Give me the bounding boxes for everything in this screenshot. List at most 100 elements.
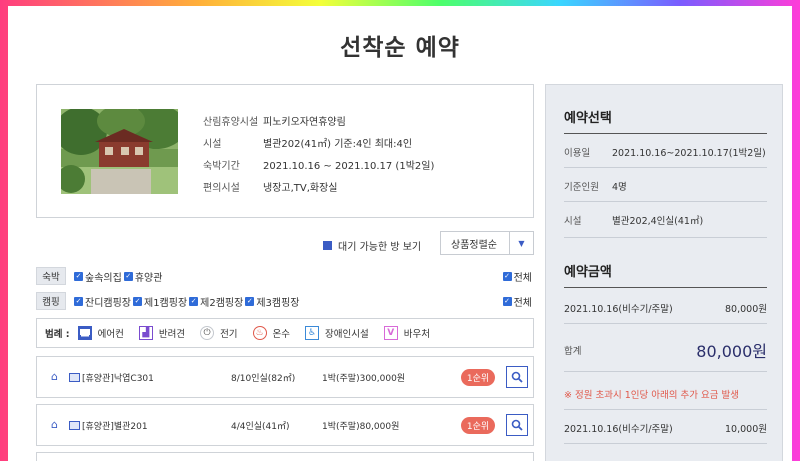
legend-item: ♨ 온수 (252, 326, 290, 340)
search-icon (511, 371, 523, 383)
legend-item: ♿ 장애인시설 (305, 326, 369, 340)
waitlist-checkbox[interactable] (323, 241, 332, 250)
room-price: 1박(주말)80,000원 (322, 421, 400, 432)
extra-line-label: 2021.10.16(비수기/주말) (564, 424, 673, 435)
home-icon: ⌂ (51, 370, 58, 383)
check-icon[interactable]: ✓ (133, 296, 142, 306)
room-row[interactable]: ⌂ [휴양관]별관201 4/4인실(41㎡) 1박(주말)80,000원 1순… (36, 404, 534, 446)
summary-value: 별관202,4인실(41㎡) (612, 216, 704, 227)
extra-line: 2021.10.16(비수기/주말) 10,000원 (564, 421, 767, 435)
room-name: [휴양관]별관201 (82, 421, 148, 432)
check-icon[interactable]: ✓ (123, 271, 133, 281)
price-line-value: 80,000원 (725, 304, 767, 315)
legend-item: ▟ 반려견 (138, 326, 185, 340)
info-key: 숙박기간 (203, 160, 240, 172)
sort-select[interactable]: 상품정렬순 ▼ (440, 231, 534, 255)
filter-option-label: 제2캠핑장 (200, 297, 244, 309)
lodge-icon (69, 420, 80, 430)
summary-key: 이용일 (564, 148, 591, 159)
legend-item: V 바우처 (383, 326, 430, 340)
price-line-label: 2021.10.16(비수기/주말) (564, 304, 673, 315)
total-label: 합계 (564, 346, 582, 357)
summary-value: 2021.10.16~2021.10.17(1박2일) (612, 148, 766, 159)
filter-option-label: 휴양관 (134, 272, 163, 284)
info-value: 피노키오자연휴양림 (263, 116, 346, 128)
total-value: 80,000원 (696, 342, 767, 361)
legend: 범례 : 에어컨 ▟ 반려견 ⏻ 전기 ♨ 온수 ♿ 장애인시설 V 바우처 (36, 318, 534, 348)
legend-label: 장애인시설 (325, 329, 369, 340)
chevron-down-icon[interactable]: ▼ (509, 232, 533, 254)
voucher-icon: V (383, 326, 398, 340)
legend-item: 에어컨 (77, 326, 124, 340)
check-icon[interactable]: ✓ (502, 296, 512, 306)
room-row[interactable]: ⌂ [휴양관]낙엽C301 8/10인실(82㎡) 1박(주말)300,000원… (36, 356, 534, 398)
divider (564, 323, 767, 324)
divider (564, 167, 767, 168)
facility-info-list: 산림휴양시설 피노키오자연휴양림 시설 별관202(41㎡) 기준:4인 최대:… (203, 109, 434, 197)
amount-title: 예약금액 (564, 265, 612, 280)
accessibility-icon: ♿ (305, 326, 320, 340)
page-title: 선착순 예약 (340, 35, 460, 61)
room-capacity: 8/10인실(82㎡) (231, 373, 296, 384)
reservation-page: 선착순 예약 산림휴양시설 피노키오자연휴양림 시설 별관202(41㎡) 기준… (8, 6, 792, 461)
filter-option-camp-1[interactable]: ✓ 제1캠핑장 (133, 294, 187, 309)
lodging-select-all[interactable]: ✓ 전체 (502, 269, 532, 284)
surcharge-notice: ※ 정원 초과시 1인당 아래의 추가 요금 발생 (564, 390, 739, 401)
summary-row-facility: 시설 별관202,4인실(41㎡) (564, 213, 767, 227)
room-price: 1박(주말)300,000원 (322, 373, 406, 384)
info-row-period: 숙박기간 2021.10.16 ~ 2021.10.17 (1박2일) (203, 153, 434, 175)
check-icon[interactable]: ✓ (74, 296, 83, 306)
filter-option-label: 잔디캠핑장 (85, 297, 131, 309)
info-value: 별관202(41㎡) 기준:4인 최대:4인 (263, 138, 413, 150)
info-key: 편의시설 (203, 182, 240, 194)
legend-label: 바우처 (403, 329, 430, 340)
rank-badge: 1순위 (461, 368, 495, 386)
divider (564, 443, 767, 444)
camping-select-all[interactable]: ✓ 전체 (502, 294, 532, 309)
info-row-facility: 산림휴양시설 피노키오자연휴양림 (203, 109, 434, 131)
search-button[interactable] (506, 366, 528, 388)
legend-item: ⏻ 전기 (200, 326, 238, 340)
summary-value: 4명 (612, 182, 627, 193)
filter-option-grass-camp[interactable]: ✓ 잔디캠핑장 (74, 294, 131, 309)
legend-label: 전기 (220, 329, 238, 340)
lodge-icon (69, 372, 80, 382)
filter-option-label: 제1캠핑장 (144, 297, 188, 309)
waitlist-label: 대기 가능한 방 보기 (338, 242, 422, 253)
summary-row-people: 기준인원 4명 (564, 179, 767, 193)
divider (564, 287, 767, 288)
info-value: 냉장고,TV,화장실 (263, 182, 338, 194)
check-icon[interactable]: ✓ (74, 271, 83, 281)
divider (564, 201, 767, 202)
check-icon[interactable]: ✓ (502, 271, 512, 281)
facility-photo (61, 109, 178, 194)
total-row: 합계 80,000원 (564, 335, 767, 365)
filter-option-label: 전체 (513, 297, 532, 309)
info-value: 2021.10.16 ~ 2021.10.17 (1박2일) (263, 160, 435, 172)
room-capacity: 4/4인실(41㎡) (231, 421, 290, 432)
camping-tag: 캠핑 (36, 292, 66, 310)
divider (564, 133, 767, 134)
divider (564, 409, 767, 410)
legend-title: 범례 : (45, 329, 70, 340)
pet-icon: ▟ (138, 326, 153, 340)
camping-filter: 캠핑 ✓ 잔디캠핑장 ✓ 제1캠핑장 ✓ 제2캠핑장 ✓ 제3캠핑장 ✓ 전체 (36, 291, 534, 311)
info-key: 산림휴양시설 (203, 116, 259, 128)
filter-option-camp-3[interactable]: ✓ 제3캠핑장 (245, 294, 300, 309)
check-icon[interactable]: ✓ (189, 296, 199, 306)
extra-line-value: 10,000원 (725, 424, 767, 435)
lodging-tag: 숙박 (36, 267, 66, 285)
room-row-partial (36, 452, 534, 461)
info-key: 시설 (203, 138, 222, 150)
waitlist-toggle[interactable]: 대기 가능한 방 보기 (323, 238, 421, 253)
filter-option-forest-house[interactable]: ✓ 숲속의집 (74, 269, 122, 284)
filter-option-camp-2[interactable]: ✓ 제2캠핑장 (189, 294, 243, 309)
legend-label: 에어컨 (97, 329, 124, 340)
facility-info-card: 산림휴양시설 피노키오자연휴양림 시설 별관202(41㎡) 기준:4인 최대:… (36, 84, 534, 218)
filter-option-lodge[interactable]: ✓ 휴양관 (123, 269, 163, 284)
selection-title: 예약선택 (564, 111, 612, 126)
search-button[interactable] (506, 414, 528, 436)
check-icon[interactable]: ✓ (245, 296, 255, 306)
reservation-summary: 예약선택 이용일 2021.10.16~2021.10.17(1박2일) 기준인… (545, 84, 783, 461)
summary-row-date: 이용일 2021.10.16~2021.10.17(1박2일) (564, 145, 767, 159)
